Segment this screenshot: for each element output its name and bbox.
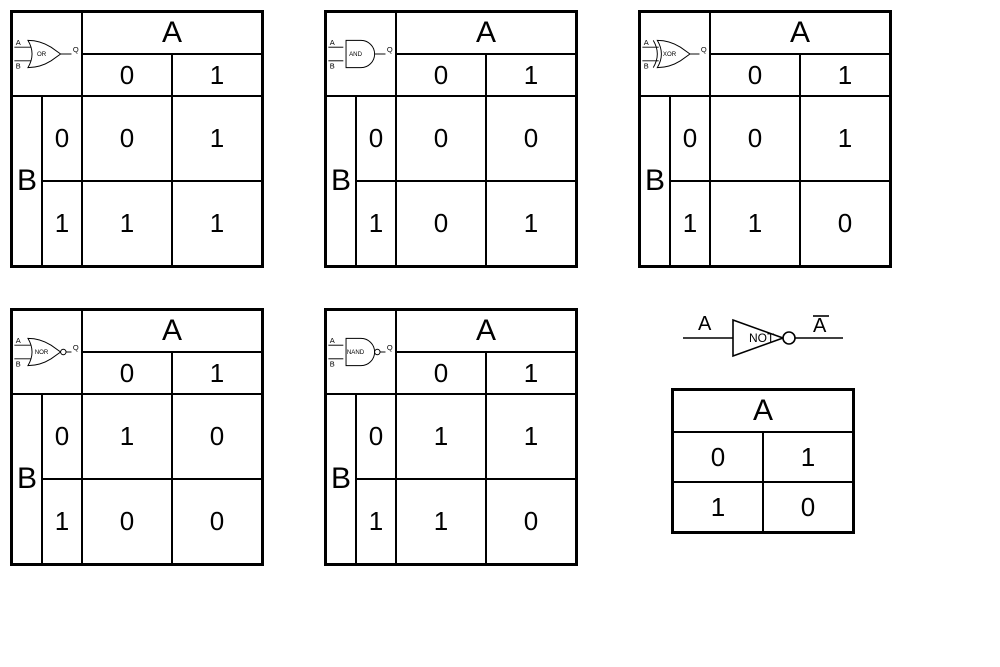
row-0: 0: [670, 96, 710, 181]
val-b1-a1: 1: [172, 181, 262, 266]
val-b1-a0: 0: [82, 479, 172, 564]
row-header-b: B: [326, 96, 356, 266]
not-a0: 0: [673, 432, 763, 482]
row-0: 0: [42, 394, 82, 479]
truth-table-xor: A B Q XOR A 0 1 B 0 1 0 1 1 0: [638, 10, 892, 268]
not-q0: 1: [763, 432, 853, 482]
col-0: 0: [710, 54, 800, 96]
val-b0-a1: 0: [486, 96, 576, 181]
not-header-a: A: [673, 390, 853, 432]
svg-text:Q: Q: [701, 45, 707, 54]
svg-text:B: B: [330, 61, 335, 70]
row-header-b: B: [640, 96, 670, 266]
svg-text:NAND: NAND: [347, 349, 365, 356]
truth-table-nand: A B Q NAND A 0 1 B 0 1 1 1 1 0: [324, 308, 578, 566]
svg-text:A: A: [16, 38, 21, 47]
val-b0-a0: 1: [396, 394, 486, 479]
not-a1: 1: [673, 482, 763, 532]
val-b0-a0: 1: [82, 394, 172, 479]
val-b1-a0: 1: [710, 181, 800, 266]
col-1: 1: [800, 54, 890, 96]
val-b0-a1: 1: [486, 394, 576, 479]
row-1: 1: [42, 479, 82, 564]
val-b0-a1: 0: [172, 394, 262, 479]
svg-text:AND: AND: [349, 51, 362, 58]
row-0: 0: [356, 394, 396, 479]
svg-text:B: B: [16, 359, 21, 368]
svg-text:A: A: [330, 38, 335, 47]
row-header-b: B: [12, 96, 42, 266]
svg-text:Q: Q: [387, 343, 393, 352]
col-0: 0: [82, 54, 172, 96]
svg-text:A: A: [16, 336, 21, 345]
val-b0-a0: 0: [396, 96, 486, 181]
val-b0-a1: 1: [800, 96, 890, 181]
svg-text:A: A: [698, 313, 712, 335]
nand-gate-icon: A B Q NAND: [326, 310, 396, 394]
val-b0-a0: 0: [710, 96, 800, 181]
val-b1-a1: 0: [800, 181, 890, 266]
val-b1-a0: 0: [396, 181, 486, 266]
gates-grid: A B Q OR A 0 1 B 0 1 0 1 1 1 A B Q AND A…: [10, 10, 990, 566]
svg-text:B: B: [330, 359, 335, 368]
or-gate-icon: A B Q OR: [12, 12, 82, 96]
col-header-a: A: [82, 310, 262, 352]
not-table: A 0 1 1 0: [671, 388, 855, 534]
truth-table-and: A B Q AND A 0 1 B 0 1 0 0 0 1: [324, 10, 578, 268]
svg-text:A: A: [330, 336, 335, 345]
val-b1-a0: 1: [396, 479, 486, 564]
svg-text:NOR: NOR: [35, 349, 49, 356]
col-1: 1: [486, 352, 576, 394]
row-1: 1: [670, 181, 710, 266]
row-header-b: B: [12, 394, 42, 564]
svg-text:A: A: [813, 315, 827, 337]
val-b0-a0: 0: [82, 96, 172, 181]
col-header-a: A: [82, 12, 262, 54]
val-b0-a1: 1: [172, 96, 262, 181]
row-0: 0: [356, 96, 396, 181]
val-b1-a0: 1: [82, 181, 172, 266]
not-q1: 0: [763, 482, 853, 532]
svg-text:Q: Q: [73, 45, 79, 54]
val-b1-a1: 1: [486, 181, 576, 266]
val-b1-a1: 0: [172, 479, 262, 564]
row-header-b: B: [326, 394, 356, 564]
col-1: 1: [172, 54, 262, 96]
col-header-a: A: [396, 310, 576, 352]
truth-table-nor: A B Q NOR A 0 1 B 0 1 1 0 0 0: [10, 308, 264, 566]
xor-gate-icon: A B Q XOR: [640, 12, 710, 96]
col-0: 0: [396, 54, 486, 96]
svg-text:B: B: [16, 61, 21, 70]
col-1: 1: [172, 352, 262, 394]
col-header-a: A: [396, 12, 576, 54]
svg-text:NOT: NOT: [749, 331, 775, 345]
col-0: 0: [396, 352, 486, 394]
truth-table-not: A NOT A A 0 1 1 0: [638, 308, 888, 566]
not-gate-icon: A NOT A: [663, 308, 863, 368]
row-1: 1: [356, 479, 396, 564]
row-1: 1: [356, 181, 396, 266]
col-0: 0: [82, 352, 172, 394]
svg-text:XOR: XOR: [663, 51, 677, 58]
svg-text:B: B: [644, 61, 649, 70]
and-gate-icon: A B Q AND: [326, 12, 396, 96]
nor-gate-icon: A B Q NOR: [12, 310, 82, 394]
svg-text:A: A: [644, 38, 649, 47]
col-1: 1: [486, 54, 576, 96]
svg-text:OR: OR: [37, 51, 47, 58]
svg-text:Q: Q: [73, 343, 79, 352]
val-b1-a1: 0: [486, 479, 576, 564]
row-0: 0: [42, 96, 82, 181]
truth-table-or: A B Q OR A 0 1 B 0 1 0 1 1 1: [10, 10, 264, 268]
row-1: 1: [42, 181, 82, 266]
col-header-a: A: [710, 12, 890, 54]
svg-text:Q: Q: [387, 45, 393, 54]
